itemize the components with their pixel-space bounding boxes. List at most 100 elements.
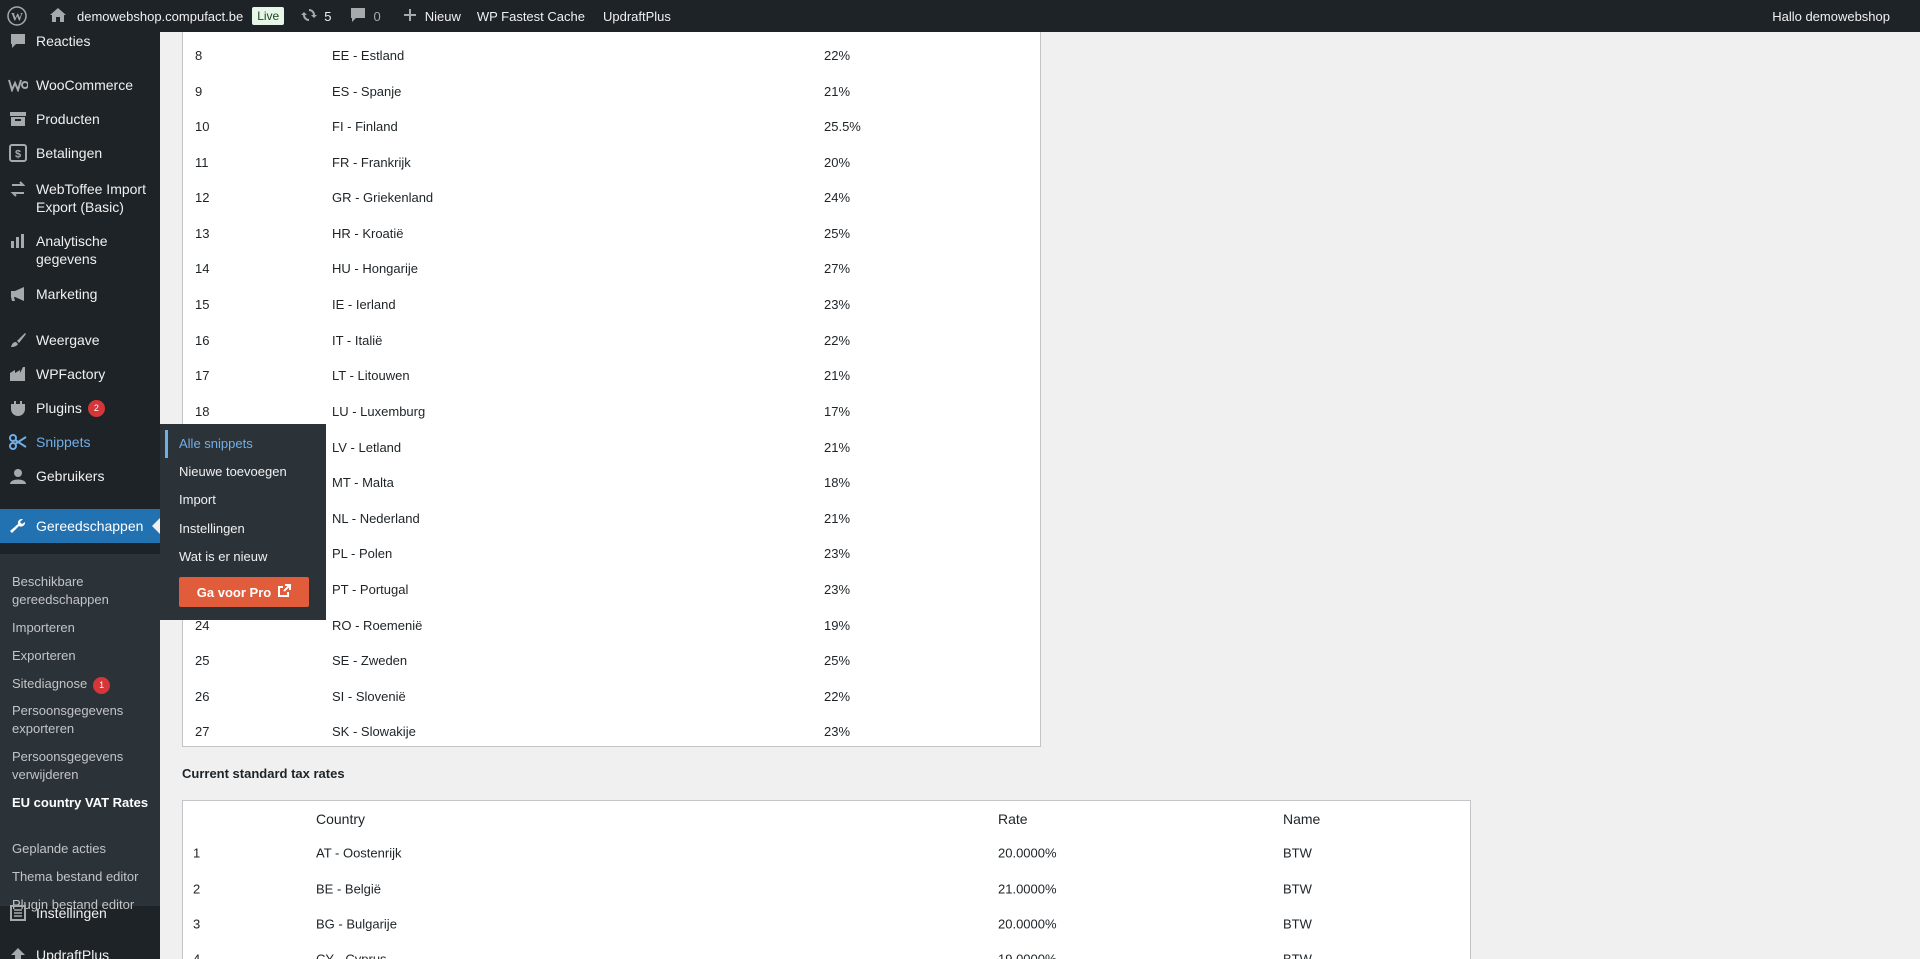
rate-cell: 21% <box>824 83 851 99</box>
country-cell: MT - Malta <box>332 474 394 490</box>
admin-bar: W demowebshop.compufact.be Live 5 0 Nieu… <box>0 0 1920 32</box>
country-cell: FR - Frankrijk <box>332 154 411 170</box>
sitediagnose-badge: 1 <box>93 677 111 694</box>
sidebar-item-snippets[interactable]: Snippets <box>0 431 160 453</box>
comment-icon <box>0 33 36 49</box>
rate-cell: 25% <box>824 225 851 241</box>
flyout-item-instellingen[interactable]: Instellingen <box>179 520 245 538</box>
sidebar-item-reacties[interactable]: Reacties <box>0 32 160 52</box>
submenu-item-geplande-acties[interactable]: Geplande acties <box>12 840 152 858</box>
sidebar-item-betalingen[interactable]: $ Betalingen <box>0 142 160 164</box>
ga-voor-pro-button[interactable]: Ga voor Pro <box>179 577 309 607</box>
row-number: 27 <box>195 723 210 739</box>
rate-cell: 21% <box>824 439 851 455</box>
rate-cell: 23% <box>824 545 851 561</box>
column-header-country: Country <box>316 811 366 827</box>
row-number: 15 <box>195 296 210 312</box>
table-header: Country Rate Name <box>183 801 1470 837</box>
rate-cell: 17% <box>824 403 851 419</box>
table-row: 1 AT - Oostenrijk 20.0000% BTW <box>183 835 1470 871</box>
sidebar-item-webtoffee[interactable]: WebToffee Import Export (Basic) <box>0 178 160 218</box>
plus-icon <box>403 8 417 25</box>
table-row: 13 HR - Kroatië 25% <box>183 215 1040 251</box>
vat-rates-table: 8 EE - Estland 22% 9 ES - Spanje 21% 10 FI - Fi… <box>182 32 1041 747</box>
updraftplus-link[interactable]: UpdraftPlus <box>593 0 679 32</box>
sidebar-item-weergave[interactable]: Weergave <box>0 329 160 351</box>
row-number: 8 <box>195 47 203 63</box>
submenu-item-persoonsgegevens-exporteren[interactable]: Persoonsgegevens exporteren <box>12 702 152 738</box>
table-row: 11 FR - Frankrijk 20% <box>183 144 1040 180</box>
sidebar-item-updraftplus[interactable]: UpdraftPlus <box>0 944 160 959</box>
home-icon <box>49 7 67 26</box>
row-number: 14 <box>195 260 210 276</box>
country-cell: PL - Polen <box>332 545 393 561</box>
flyout-item-alle-snippets[interactable]: Alle snippets <box>179 435 253 453</box>
flyout-item-nieuwe-toevoegen[interactable]: Nieuwe toevoegen <box>179 463 287 481</box>
archive-icon <box>0 111 36 127</box>
external-link-icon <box>271 584 292 600</box>
rate-cell: 20% <box>824 154 851 170</box>
sidebar-item-gebruikers[interactable]: Gebruikers <box>0 465 160 487</box>
table-row: 26 SI - Slovenië 22% <box>183 678 1040 714</box>
table-row: 2 BE - België 21.0000% BTW <box>183 871 1470 907</box>
wordpress-logo-icon[interactable]: W <box>0 0 35 32</box>
row-number: 18 <box>195 403 210 419</box>
sidebar-item-woocommerce[interactable]: WooCommerce <box>0 74 160 96</box>
updates-link[interactable]: 5 <box>292 0 339 32</box>
rate-cell: 19.0000% <box>998 951 1057 959</box>
rate-cell: 19% <box>824 617 851 633</box>
sidebar-item-wpfactory[interactable]: WPFactory <box>0 363 160 385</box>
country-cell: BE - België <box>316 881 382 897</box>
country-cell: GR - Griekenland <box>332 189 434 205</box>
country-cell: AT - Oostenrijk <box>316 845 402 861</box>
sidebar-item-label: Marketing <box>36 286 98 302</box>
sidebar-item-instellingen[interactable]: Instellingen <box>0 902 160 924</box>
sidebar-item-producten[interactable]: Producten <box>0 108 160 130</box>
country-cell: SI - Slovenië <box>332 688 406 704</box>
name-cell: BTW <box>1283 845 1312 861</box>
submenu-item-thema-bestand-editor[interactable]: Thema bestand editor <box>12 868 152 886</box>
comment-icon <box>349 7 367 26</box>
row-number: 16 <box>195 332 210 348</box>
rate-cell: 23% <box>824 581 851 597</box>
comments-link[interactable]: 0 <box>339 0 388 32</box>
table-row: 8 EE - Estland 22% <box>183 37 1040 73</box>
sidebar-item-label: Plugins <box>36 400 82 416</box>
row-number: 3 <box>193 916 201 932</box>
submenu-item-eu-country-vat-rates[interactable]: EU country VAT Rates <box>12 794 152 812</box>
submenu-item-sitediagnose[interactable]: Sitediagnose 1 <box>12 675 152 694</box>
sidebar-item-gereedschappen[interactable]: Gereedschappen <box>0 509 160 543</box>
woocommerce-icon <box>0 78 36 92</box>
sidebar-item-analytische-gegevens[interactable]: Analytische gegevens <box>0 230 160 270</box>
sidebar-item-label: Weergave <box>36 332 100 348</box>
sidebar-item-marketing[interactable]: Marketing <box>0 283 160 305</box>
sidebar-item-label: Reacties <box>36 33 91 49</box>
rate-cell: 21% <box>824 510 851 526</box>
country-cell: LU - Luxemburg <box>332 403 426 419</box>
name-cell: BTW <box>1283 881 1312 897</box>
sidebar-item-plugins[interactable]: Plugins 2 <box>0 397 160 419</box>
current-standard-tax-rates-table: Country Rate Name 1 AT - Oostenrijk 20.000… <box>182 800 1471 959</box>
svg-text:W: W <box>11 10 23 24</box>
submenu-item-importeren[interactable]: Importeren <box>12 619 152 637</box>
wp-fastest-cache-link[interactable]: WP Fastest Cache <box>469 0 593 32</box>
site-name-link[interactable]: demowebshop.compufact.be Live <box>35 0 292 32</box>
table-row: 17 LT - Litouwen 21% <box>183 357 1040 393</box>
new-content-link[interactable]: Nieuw <box>389 0 469 32</box>
submenu-item-beschikbare-gereedschappen[interactable]: Beschikbare gereedschappen <box>12 573 152 609</box>
flyout-item-wat-is-er-nieuw[interactable]: Wat is er nieuw <box>179 548 267 566</box>
country-cell: RO - Roemenië <box>332 617 423 633</box>
country-cell: IT - Italië <box>332 332 383 348</box>
submenu-item-exporteren[interactable]: Exporteren <box>12 647 152 665</box>
rate-cell: 21% <box>824 367 851 383</box>
account-greeting[interactable]: Hallo demowebshop <box>1764 0 1920 32</box>
flyout-item-import[interactable]: Import <box>179 491 216 509</box>
submenu-item-persoonsgegevens-verwijderen[interactable]: Persoonsgegevens verwijderen <box>12 748 152 784</box>
rate-cell: 22% <box>824 688 851 704</box>
row-number: 25 <box>195 652 210 668</box>
settings-icon <box>0 905 36 921</box>
table-row: 10 FI - Finland 25.5% <box>183 108 1040 144</box>
new-label: Nieuw <box>424 8 461 24</box>
rate-cell: 22% <box>824 47 851 63</box>
column-header-name: Name <box>1283 811 1321 827</box>
